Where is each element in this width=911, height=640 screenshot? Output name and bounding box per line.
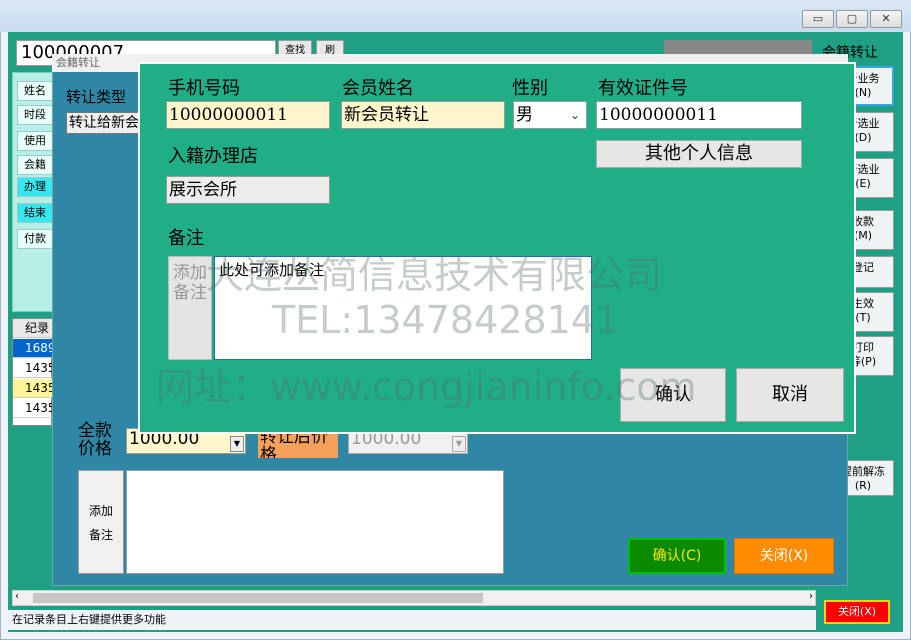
dropdown-arrow-icon[interactable]: ▼	[452, 436, 466, 452]
full-price-label: 全款价格	[78, 421, 112, 459]
other-info-button[interactable]: 其他个人信息	[596, 140, 802, 168]
records-grid: 纪录 1689 1435 1435 1435	[12, 318, 53, 426]
id-number-input[interactable]: 10000000011	[596, 101, 802, 129]
maximize-button[interactable]: ▢	[836, 10, 868, 28]
transfer-type-label: 转让类型	[66, 88, 127, 106]
grid-header: 纪录	[13, 319, 53, 338]
transfer-confirm-button[interactable]: 确认(C)	[628, 538, 726, 574]
table-row[interactable]: 1689	[13, 339, 53, 358]
id-number-label: 有效证件号	[598, 78, 688, 99]
status-bar: 在记录条目上右键提供更多功能	[8, 610, 816, 630]
add-note-button[interactable]: 添加备注	[168, 256, 212, 360]
table-row[interactable]: 1435	[13, 399, 53, 418]
table-row[interactable]: 1435	[13, 359, 53, 378]
phone-input[interactable]: 10000000011	[166, 101, 330, 129]
store-field: 展示会所	[166, 176, 330, 204]
name-input[interactable]: 新会员转让	[341, 101, 505, 129]
name-label: 会员姓名	[342, 78, 414, 99]
window-titlebar	[0, 0, 911, 32]
transfer-type-select[interactable]: 转让给新会	[66, 112, 140, 134]
transfer-close-button[interactable]: 关闭(X)	[734, 538, 834, 574]
confirm-button[interactable]: 确认	[620, 368, 726, 422]
note-textarea[interactable]: 此处可添加备注	[214, 256, 592, 360]
note-label: 备注	[168, 228, 204, 249]
add-note-button[interactable]: 添加 备注	[78, 470, 124, 574]
scroll-right-icon[interactable]: ›	[809, 591, 813, 602]
window-close-button[interactable]: ✕	[870, 10, 902, 28]
main-close-button[interactable]: 关闭(X)	[824, 600, 890, 624]
store-label: 入籍办理店	[168, 146, 258, 167]
transfer-note-textarea[interactable]	[126, 470, 504, 574]
gender-label: 性别	[512, 78, 548, 99]
scroll-left-icon[interactable]: ‹	[15, 591, 19, 602]
chevron-down-icon[interactable]: ⌄	[570, 108, 580, 122]
scrollbar-thumb[interactable]	[33, 593, 483, 603]
dropdown-arrow-icon[interactable]: ▼	[230, 436, 244, 452]
minimize-button[interactable]: ▭	[802, 10, 834, 28]
phone-label: 手机号码	[168, 78, 240, 99]
table-row[interactable]: 1435	[13, 379, 53, 398]
horizontal-scrollbar[interactable]: ‹ ›	[12, 590, 816, 606]
cancel-button[interactable]: 取消	[736, 368, 844, 422]
